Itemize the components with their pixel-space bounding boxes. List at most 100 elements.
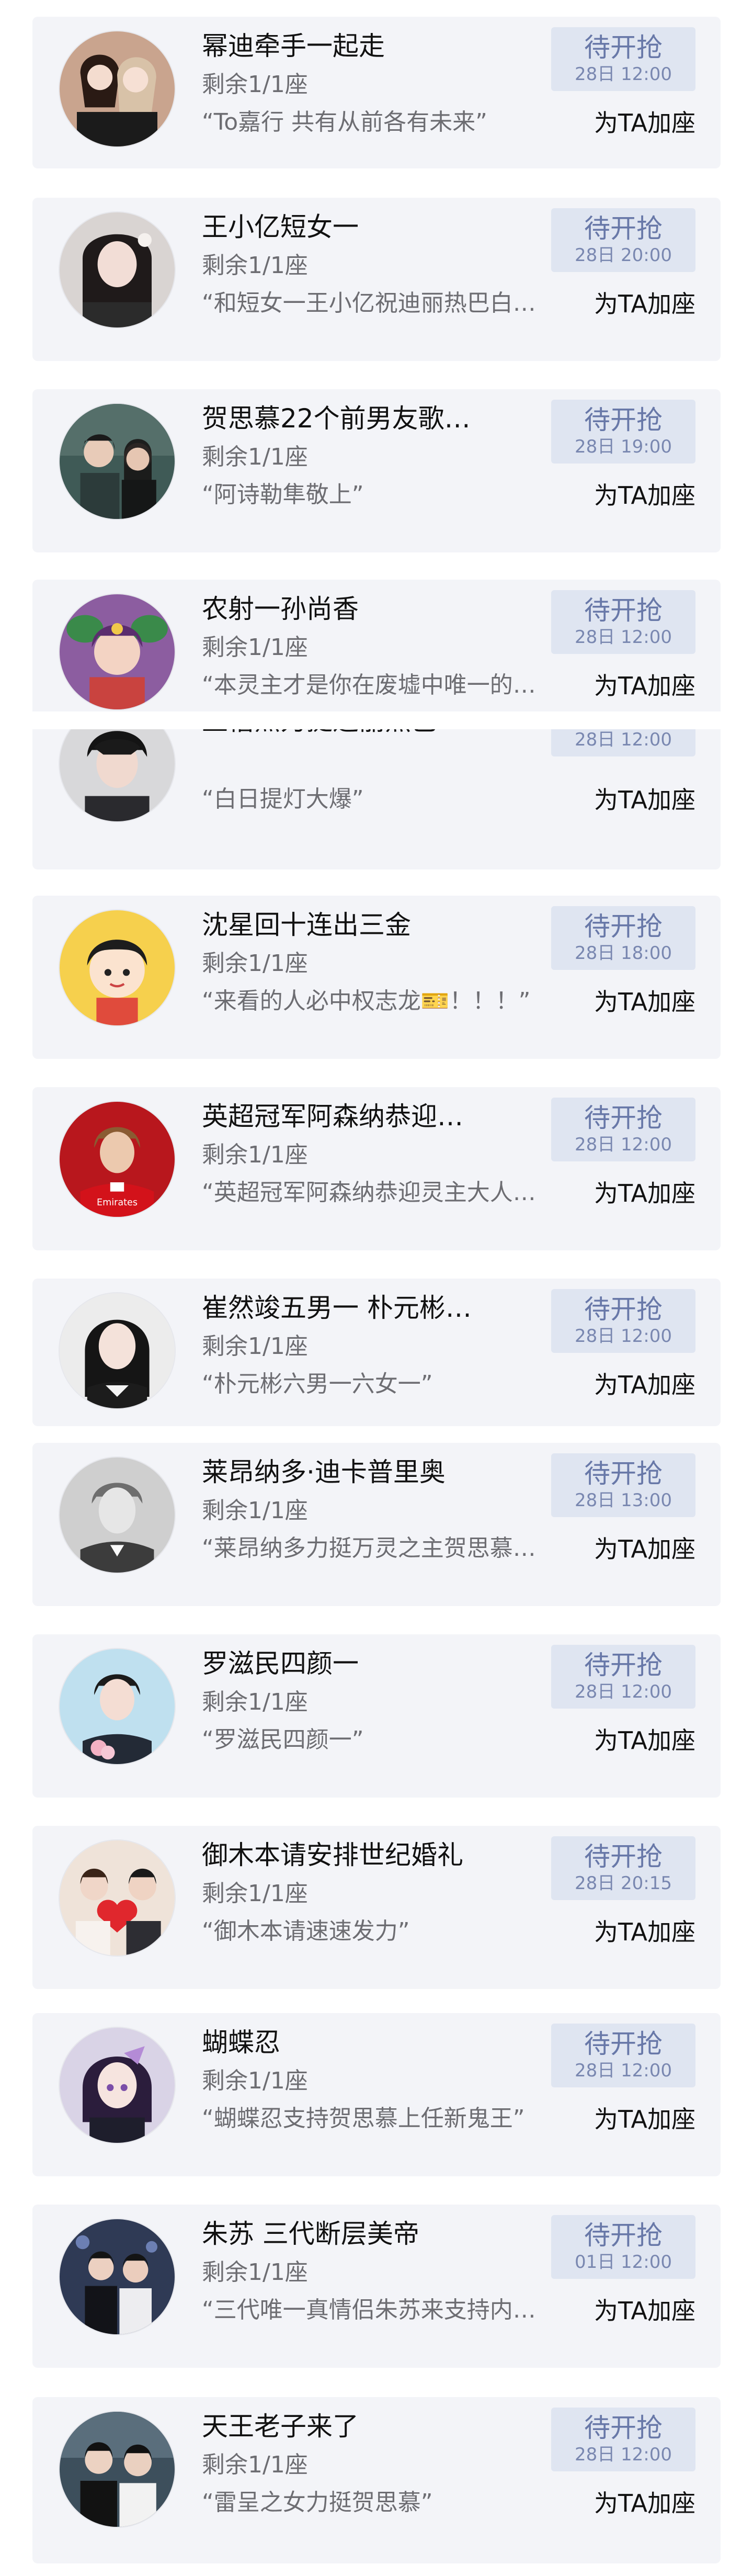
grab-label: 待开抢 xyxy=(584,1841,663,1872)
join-seat-link[interactable]: 为TA加座 xyxy=(594,1533,695,1565)
room-title: 贺思慕22个前男友歌… xyxy=(202,403,471,434)
grab-label: 待开抢 xyxy=(584,405,663,435)
join-seat-link[interactable]: 为TA加座 xyxy=(594,479,695,512)
two-men-photo-icon xyxy=(60,2412,175,2527)
section-divider xyxy=(0,711,753,729)
start-time: 28日 13:00 xyxy=(574,1490,672,1511)
seats-remaining: 剩余1/1座 xyxy=(202,2259,308,2286)
room-quote: “阿诗勒隼敬上” xyxy=(202,481,364,508)
room-quote: “朴元彬六男一六女一” xyxy=(202,1371,433,1397)
list-item[interactable]: 朱苏 三代断层美帝 剩余1/1座 “三代唯一真情侣朱苏来支持内… 待开抢 01日… xyxy=(32,2205,721,2368)
room-quote: “蝴蝶忍支持贺思慕上任新鬼王” xyxy=(202,2105,525,2132)
start-time: 28日 19:00 xyxy=(574,436,672,457)
room-title: 沈星回十连出三金 xyxy=(202,910,411,940)
room-title: 崔然竣五男一 朴元彬… xyxy=(202,1293,472,1323)
start-time: 28日 12:00 xyxy=(574,729,672,750)
list-item[interactable]: 王楷杰力挺迪丽热巴 待开抢 28日 12:00 “白日提灯大爆” 为TA加座 xyxy=(32,718,721,869)
grab-button[interactable]: 待开抢 28日 20:15 xyxy=(551,1836,695,1900)
grab-button[interactable]: 待开抢 28日 12:00 xyxy=(551,1289,695,1353)
start-time: 28日 20:15 xyxy=(574,1873,672,1894)
join-seat-link[interactable]: 为TA加座 xyxy=(594,288,695,320)
join-seat-link[interactable]: 为TA加座 xyxy=(594,986,695,1018)
seats-remaining: 剩余1/1座 xyxy=(202,1497,308,1524)
grab-button[interactable]: 待开抢 28日 12:00 xyxy=(551,590,695,654)
grab-button[interactable]: 待开抢 28日 19:00 xyxy=(551,400,695,464)
join-seat-link[interactable]: 为TA加座 xyxy=(594,1724,695,1757)
join-seat-link[interactable]: 为TA加座 xyxy=(594,784,695,816)
list-item[interactable]: 崔然竣五男一 朴元彬… 剩余1/1座 “朴元彬六男一六女一” 待开抢 28日 1… xyxy=(32,1279,721,1426)
start-time: 28日 12:00 xyxy=(574,627,672,648)
two-women-photo-icon xyxy=(60,31,175,146)
grab-button[interactable]: 待开抢 28日 12:00 xyxy=(551,2408,695,2471)
join-seat-link[interactable]: 为TA加座 xyxy=(594,1916,695,1948)
room-title: 莱昂纳多·迪卡普里奥 xyxy=(202,1457,446,1487)
grab-label: 待开抢 xyxy=(584,2029,663,2059)
join-seat-link[interactable]: 为TA加座 xyxy=(594,107,695,139)
room-title: 农射一孙尚香 xyxy=(202,594,359,624)
join-seat-link[interactable]: 为TA加座 xyxy=(594,2295,695,2327)
room-quote: “三代唯一真情侣朱苏来支持内… xyxy=(202,2297,536,2323)
grab-label: 待开抢 xyxy=(584,2220,663,2251)
room-quote: “莱昂纳多力挺万灵之主贺思慕… xyxy=(202,1535,536,1562)
room-title: 幂迪牵手一起走 xyxy=(202,31,385,61)
grab-button[interactable]: 待开抢 28日 12:00 xyxy=(551,2024,695,2087)
young-man-portrait-icon xyxy=(60,718,175,821)
join-seat-link[interactable]: 为TA加座 xyxy=(594,1177,695,1210)
seats-remaining: 剩余1/1座 xyxy=(202,1142,308,1168)
grab-button[interactable]: 待开抢 01日 12:00 xyxy=(551,2215,695,2279)
list-item[interactable]: 御木本请安排世纪婚礼 剩余1/1座 “御木本请速速发力” 待开抢 28日 20:… xyxy=(32,1826,721,1989)
list-item[interactable]: 天王老子来了 剩余1/1座 “雷呈之女力挺贺思慕” 待开抢 28日 12:00 … xyxy=(32,2397,721,2563)
start-time: 28日 12:00 xyxy=(574,1134,672,1155)
list-item[interactable]: 贺思慕22个前男友歌… 剩余1/1座 “阿诗勒隼敬上” 待开抢 28日 19:0… xyxy=(32,389,721,552)
seats-remaining: 剩余1/1座 xyxy=(202,1333,308,1360)
list-item[interactable]: 蝴蝶忍 剩余1/1座 “蝴蝶忍支持贺思慕上任新鬼王” 待开抢 28日 12:00… xyxy=(32,2013,721,2176)
grab-button[interactable]: 待开抢 28日 12:00 xyxy=(551,27,695,91)
grab-label: 待开抢 xyxy=(584,595,663,626)
list-item[interactable]: 罗滋民四颜一 剩余1/1座 “罗滋民四颜一” 待开抢 28日 12:00 为TA… xyxy=(32,1634,721,1798)
seats-remaining: 剩余1/1座 xyxy=(202,71,308,98)
room-title: 天王老子来了 xyxy=(202,2411,359,2442)
list-item[interactable]: Emirates 英超冠军阿森纳恭迎… 剩余1/1座 “英超冠军阿森纳恭迎灵主大… xyxy=(32,1087,721,1250)
svg-text:Emirates: Emirates xyxy=(97,1197,138,1208)
join-seat-link[interactable]: 为TA加座 xyxy=(594,1369,695,1401)
room-title: 御木本请安排世纪婚礼 xyxy=(202,1840,463,1870)
grab-label: 待开抢 xyxy=(584,1459,663,1489)
seats-remaining: 剩余1/1座 xyxy=(202,634,308,661)
cartoon-girl-icon xyxy=(60,910,175,1025)
grab-label: 待开抢 xyxy=(584,1294,663,1325)
anime-girl-icon xyxy=(60,2028,175,2143)
grab-button[interactable]: 待开抢 28日 18:00 xyxy=(551,906,695,970)
room-list: 幂迪牵手一起走 剩余1/1座 “To嘉行 共有从前各有未来” 待开抢 28日 1… xyxy=(0,0,753,2576)
list-item[interactable]: 沈星回十连出三金 剩余1/1座 “来看的人必中权志龙🎫！！！” 待开抢 28日 … xyxy=(32,896,721,1059)
room-quote: “To嘉行 共有从前各有未来” xyxy=(202,109,487,135)
list-item[interactable]: 莱昂纳多·迪卡普里奥 剩余1/1座 “莱昂纳多力挺万灵之主贺思慕… 待开抢 28… xyxy=(32,1443,721,1606)
room-quote: “御木本请速速发力” xyxy=(202,1918,410,1945)
grab-button[interactable]: 待开抢 28日 20:00 xyxy=(551,208,695,272)
join-seat-link[interactable]: 为TA加座 xyxy=(594,670,695,702)
start-time: 28日 12:00 xyxy=(574,1326,672,1347)
seats-remaining: 剩余1/1座 xyxy=(202,2067,308,2094)
drama-couple-icon xyxy=(60,404,175,519)
grab-button[interactable]: 待开抢 28日 12:00 xyxy=(551,1098,695,1161)
man-with-flowers-icon xyxy=(60,1649,175,1764)
seats-remaining: 剩余1/1座 xyxy=(202,1689,308,1715)
grab-label: 待开抢 xyxy=(584,1650,663,1680)
seats-remaining: 剩余1/1座 xyxy=(202,252,308,279)
grab-label: 待开抢 xyxy=(584,213,663,244)
seats-remaining: 剩余1/1座 xyxy=(202,1880,308,1907)
list-item[interactable]: 王小亿短女一 剩余1/1座 “和短女一王小亿祝迪丽热巴白… 待开抢 28日 20… xyxy=(32,198,721,361)
start-time: 28日 18:00 xyxy=(574,943,672,964)
room-title: 罗滋民四颜一 xyxy=(202,1648,359,1679)
grab-button[interactable]: 待开抢 28日 12:00 xyxy=(551,1645,695,1709)
start-time: 28日 12:00 xyxy=(574,1681,672,1702)
grab-label: 待开抢 xyxy=(584,32,663,63)
join-seat-link[interactable]: 为TA加座 xyxy=(594,2103,695,2136)
list-item[interactable]: 幂迪牵手一起走 剩余1/1座 “To嘉行 共有从前各有未来” 待开抢 28日 1… xyxy=(32,17,721,168)
join-seat-link[interactable]: 为TA加座 xyxy=(594,2487,695,2519)
room-quote: “英超冠军阿森纳恭迎灵主大人… xyxy=(202,1179,536,1206)
start-time: 01日 12:00 xyxy=(574,2252,672,2273)
woman-portrait-icon xyxy=(60,212,175,327)
grab-button[interactable]: 待开抢 28日 13:00 xyxy=(551,1453,695,1517)
grab-label: 待开抢 xyxy=(584,2413,663,2443)
wedding-couple-icon xyxy=(60,1840,175,1956)
